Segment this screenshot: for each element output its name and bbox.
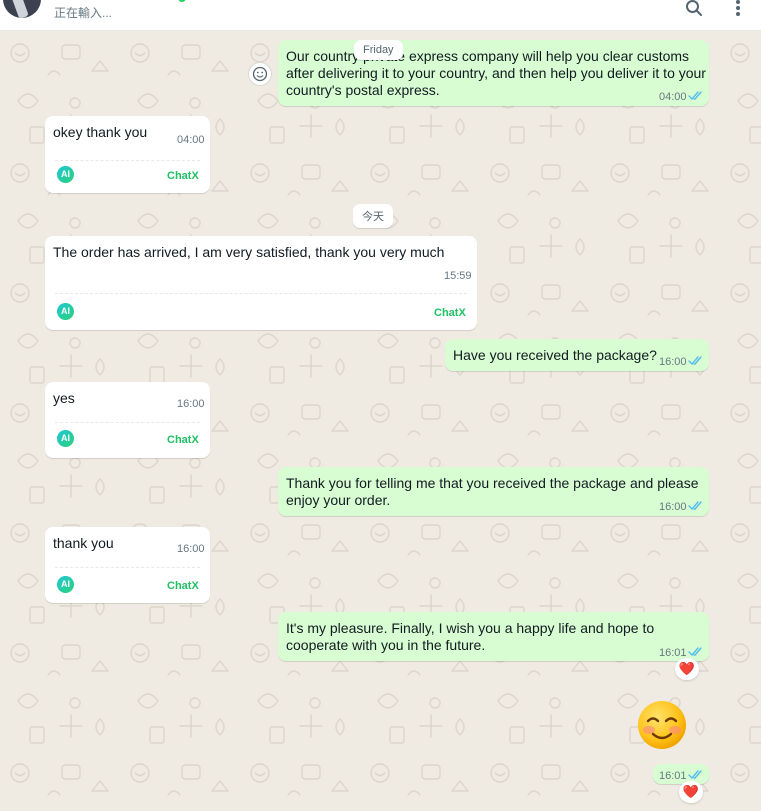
divider	[55, 160, 200, 161]
smiley-icon[interactable]	[248, 62, 272, 86]
ai-icon: AI	[57, 430, 74, 447]
message-time: 16:00	[659, 356, 687, 368]
heart-icon: ❤️	[682, 784, 700, 799]
chatx-tag: ChatX	[434, 307, 466, 319]
message-text: yes	[53, 390, 75, 406]
divider	[55, 567, 200, 568]
heart-reaction[interactable]: ❤️	[679, 781, 703, 803]
message-time: 15:59	[444, 270, 472, 282]
chatx-tag: ChatX	[167, 434, 199, 446]
contact-avatar[interactable]	[3, 0, 41, 18]
outgoing-message[interactable]: Thank you for telling me that you receiv…	[278, 467, 709, 516]
message-time: 04:00	[659, 91, 687, 103]
message-text: Have you received the package?	[453, 347, 657, 363]
menu-icon[interactable]	[726, 0, 750, 20]
message-text: thank you	[53, 535, 114, 551]
message-text: It's my pleasure. Finally, I wish you a …	[286, 620, 655, 653]
ai-icon: AI	[57, 166, 74, 183]
message-time: 16:00	[659, 501, 687, 513]
divider	[55, 422, 200, 423]
date-separator: Friday	[354, 40, 403, 60]
date-separator: 今天	[353, 204, 393, 228]
heart-icon: ❤️	[678, 661, 696, 676]
online-indicator	[178, 0, 186, 2]
incoming-message[interactable]: thank you 16:00 AI ChatX	[45, 527, 210, 603]
message-text: The order has arrived, I am very satisfi…	[53, 244, 445, 260]
chatx-tag: ChatX	[167, 580, 199, 592]
search-icon[interactable]	[682, 0, 706, 20]
double-check-icon	[688, 501, 702, 511]
double-check-icon	[688, 647, 702, 657]
message-text: Thank you for telling me that you receiv…	[286, 475, 699, 508]
chatx-tag: ChatX	[167, 170, 199, 182]
incoming-message[interactable]: yes 16:00 AI ChatX	[45, 382, 210, 458]
emoji-time-chip: 16:01	[653, 764, 709, 784]
message-time: 16:00	[177, 398, 205, 410]
outgoing-message[interactable]: It's my pleasure. Finally, I wish you a …	[278, 612, 709, 661]
ai-icon: AI	[57, 303, 74, 320]
message-text: okey thank you	[53, 124, 148, 140]
typing-status: 正在輸入...	[54, 6, 113, 20]
incoming-message[interactable]: The order has arrived, I am very satisfi…	[45, 236, 477, 330]
divider	[55, 293, 467, 294]
outgoing-message[interactable]: Our country private express company will…	[278, 40, 709, 106]
double-check-icon	[688, 770, 702, 780]
smiling-face-emoji[interactable]	[636, 699, 688, 751]
ai-icon: AI	[57, 576, 74, 593]
heart-reaction[interactable]: ❤️	[675, 658, 699, 680]
message-time: 16:00	[177, 543, 205, 555]
message-time: 04:00	[177, 134, 205, 146]
message-text: Our country private express company will…	[286, 48, 706, 98]
chat-header: 正在輸入...	[0, 0, 761, 31]
incoming-message[interactable]: okey thank you 04:00 AI ChatX	[45, 116, 210, 193]
chat-area[interactable]: Our country private express company will…	[0, 31, 761, 811]
double-check-icon	[688, 356, 702, 366]
outgoing-message[interactable]: Have you received the package? 16:00	[445, 339, 709, 371]
double-check-icon	[688, 91, 702, 101]
